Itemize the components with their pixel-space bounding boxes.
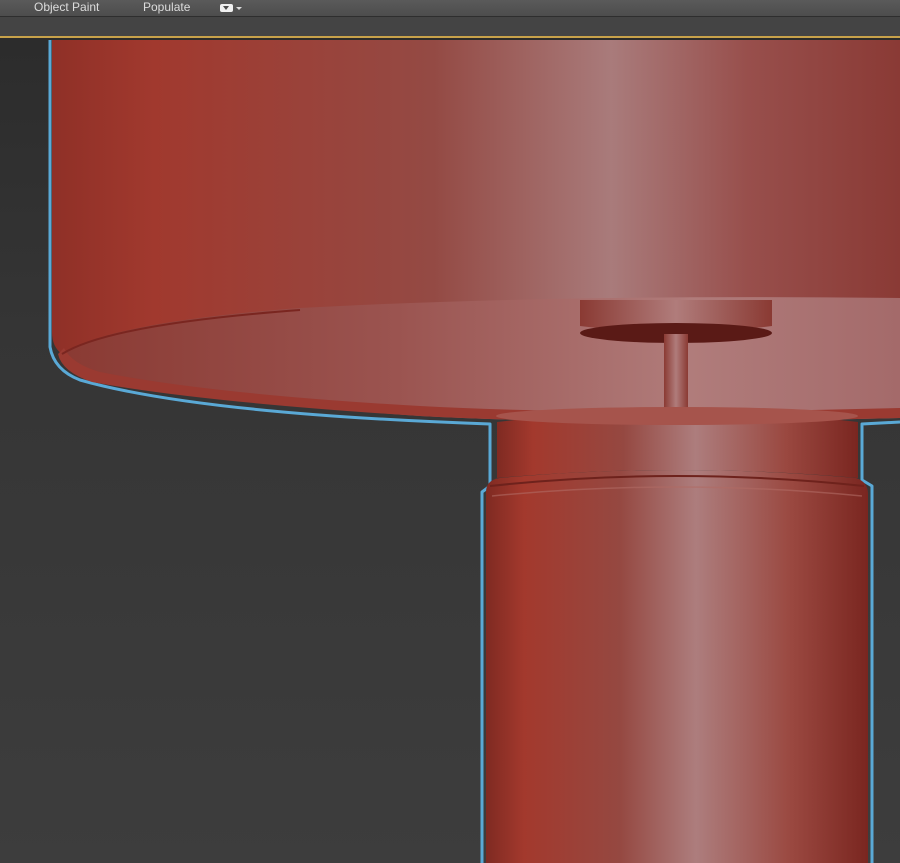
perspective-viewport[interactable] <box>0 36 900 863</box>
lamp-rod <box>664 334 688 408</box>
ribbon-panel-strip <box>0 16 900 37</box>
chevron-down-icon <box>236 6 242 10</box>
ribbon-options-dropdown[interactable] <box>220 1 248 15</box>
lamp-base-body <box>486 470 868 863</box>
tab-object-paint[interactable]: Object Paint <box>34 0 99 16</box>
lamp-model-render <box>48 40 900 863</box>
ribbon-options-icon <box>220 4 233 12</box>
ribbon-bar: Object Paint Populate <box>0 0 900 16</box>
tab-populate[interactable]: Populate <box>143 0 190 16</box>
